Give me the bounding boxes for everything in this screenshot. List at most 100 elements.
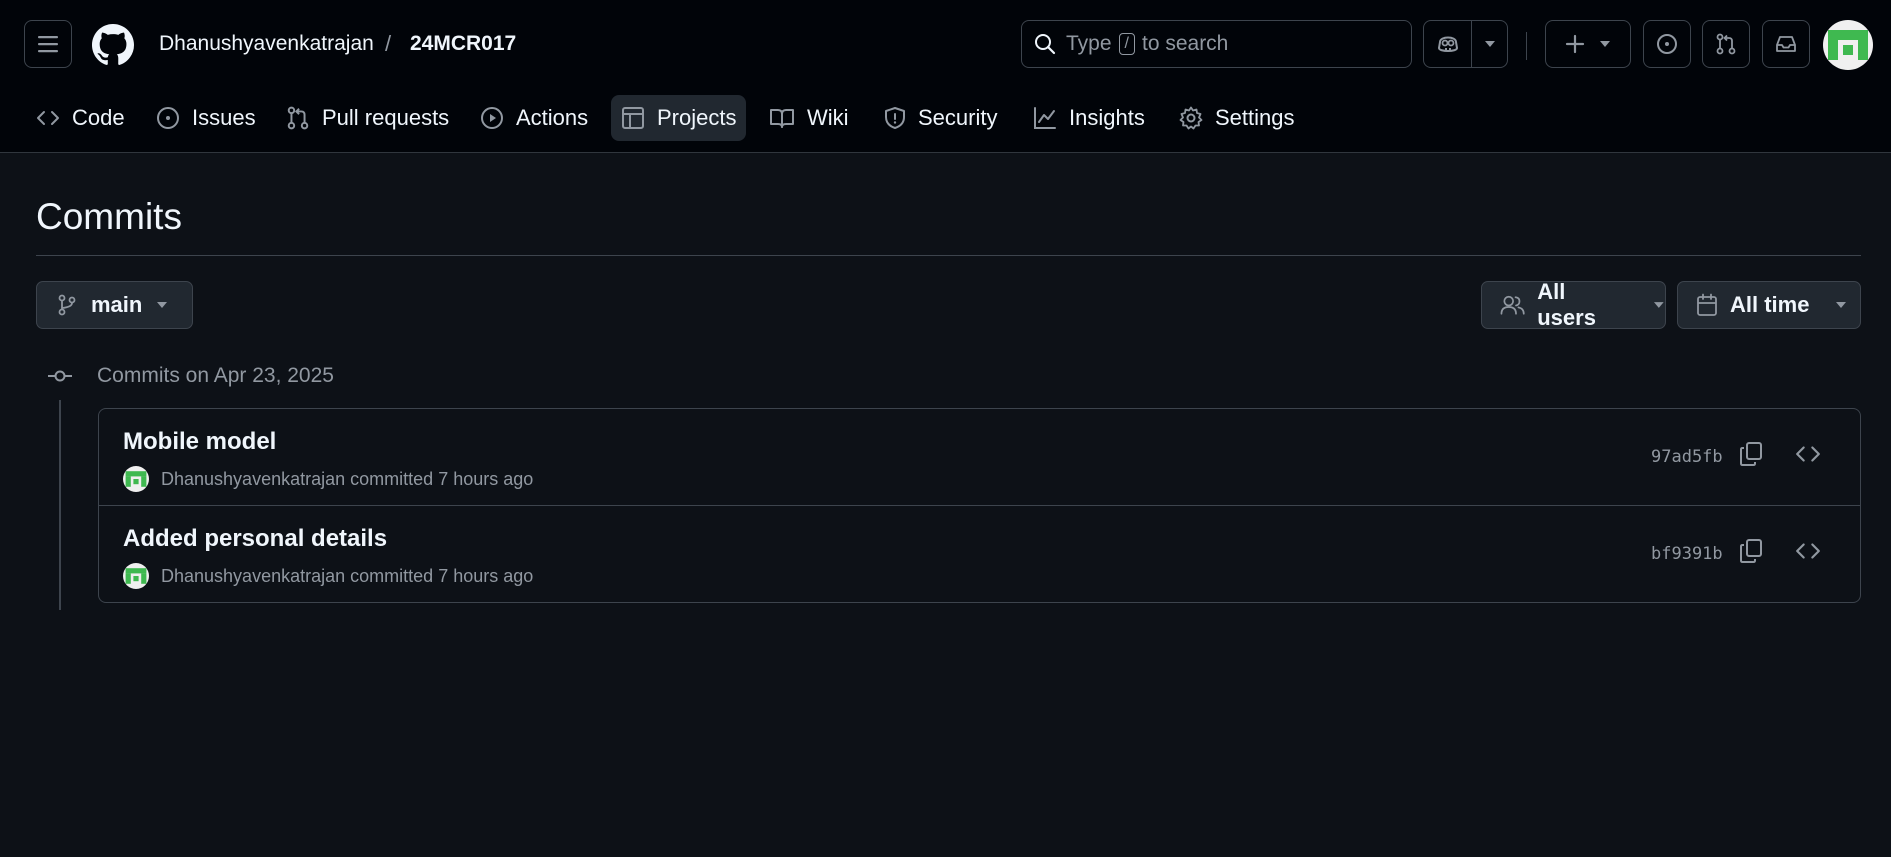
calendar-icon bbox=[1697, 293, 1717, 316]
commit-sha-link[interactable]: 97ad5fb bbox=[1651, 447, 1723, 467]
user-avatar[interactable] bbox=[1823, 20, 1873, 70]
search-shortcut-key: / bbox=[1118, 33, 1135, 55]
book-icon bbox=[770, 109, 794, 128]
commit-time: 7 hours ago bbox=[438, 468, 534, 489]
commit-meta: Dhanushyavenkatrajan committed 7 hours a… bbox=[123, 563, 533, 589]
your-pull-requests-button[interactable] bbox=[1702, 20, 1750, 68]
search-input[interactable]: Type / to search bbox=[1021, 20, 1412, 68]
branch-icon bbox=[58, 294, 76, 316]
copy-sha-button[interactable] bbox=[1739, 441, 1763, 467]
tab-pull-requests[interactable]: Pull requests bbox=[276, 95, 459, 141]
identicon-avatar-icon bbox=[123, 466, 149, 492]
author-avatar[interactable] bbox=[123, 563, 149, 589]
pull-request-icon bbox=[287, 106, 309, 130]
tab-code[interactable]: Code bbox=[26, 95, 135, 141]
copilot-button-group bbox=[1423, 20, 1508, 68]
tab-wiki[interactable]: Wiki bbox=[759, 95, 859, 141]
page-title: Commits bbox=[36, 196, 182, 237]
commit-verb: committed bbox=[350, 468, 434, 489]
commit-meta: Dhanushyavenkatrajan committed 7 hours a… bbox=[123, 466, 533, 492]
tab-label: Code bbox=[72, 105, 125, 130]
commit-group-heading: Commits on Apr 23, 2025 bbox=[97, 364, 334, 387]
breadcrumb-separator: / bbox=[385, 31, 392, 56]
commit-sha-link[interactable]: bf9391b bbox=[1651, 544, 1723, 564]
issue-icon bbox=[1657, 34, 1677, 54]
graph-icon bbox=[1034, 107, 1056, 129]
users-filter-button[interactable]: All users bbox=[1481, 279, 1666, 330]
breadcrumb-owner[interactable]: Dhanushyavenkatrajan bbox=[159, 32, 374, 56]
browse-repository-button[interactable] bbox=[1795, 540, 1821, 562]
identicon-avatar-icon bbox=[123, 563, 149, 589]
menu-button[interactable] bbox=[24, 20, 72, 68]
copy-icon bbox=[1740, 442, 1762, 466]
header-divider bbox=[1526, 32, 1527, 60]
code-icon bbox=[37, 111, 59, 125]
tab-insights[interactable]: Insights bbox=[1023, 95, 1155, 141]
search-suffix: to search bbox=[1141, 32, 1229, 55]
commit-time: 7 hours ago bbox=[438, 565, 534, 586]
gear-icon bbox=[1179, 106, 1203, 130]
copilot-button[interactable] bbox=[1424, 21, 1472, 67]
branch-selector-button[interactable]: main bbox=[36, 281, 193, 329]
tab-label: Settings bbox=[1215, 105, 1295, 130]
identicon-avatar-icon bbox=[1823, 20, 1873, 70]
commit-verb: committed bbox=[350, 565, 434, 586]
tab-label: Insights bbox=[1069, 105, 1145, 130]
inbox-button[interactable] bbox=[1762, 20, 1810, 68]
tab-label: Security bbox=[918, 105, 998, 130]
commit-row: Mobile model Dhanushyavenkatrajan commit… bbox=[99, 409, 1860, 506]
triangle-down-icon bbox=[1600, 41, 1610, 47]
tab-label: Wiki bbox=[807, 105, 849, 130]
tab-label: Pull requests bbox=[322, 105, 450, 130]
code-icon bbox=[1796, 446, 1820, 462]
commit-row: Added personal details Dhanushyavenkatra… bbox=[99, 506, 1860, 603]
tab-issues[interactable]: Issues bbox=[146, 95, 266, 141]
commit-title-link[interactable]: Added personal details bbox=[123, 525, 387, 553]
tab-projects[interactable]: Projects bbox=[611, 95, 747, 141]
copy-icon bbox=[1740, 539, 1762, 563]
commit-author-link[interactable]: Dhanushyavenkatrajan bbox=[161, 469, 345, 489]
triangle-down-icon bbox=[1654, 302, 1665, 308]
search-prefix: Type bbox=[1066, 32, 1112, 55]
time-filter-button[interactable]: All time bbox=[1677, 281, 1861, 329]
users-filter-label: All users bbox=[1537, 279, 1596, 330]
play-icon bbox=[481, 107, 503, 129]
commit-list: Mobile model Dhanushyavenkatrajan commit… bbox=[98, 408, 1861, 603]
git-commit-icon bbox=[48, 370, 72, 382]
triangle-down-icon bbox=[1836, 302, 1847, 308]
breadcrumb-repo[interactable]: 24MCR017 bbox=[410, 32, 516, 56]
app-header: Dhanushyavenkatrajan / 24MCR017 Type / t… bbox=[0, 0, 1891, 153]
copilot-icon bbox=[1437, 36, 1458, 52]
search-icon bbox=[1035, 34, 1056, 55]
timeline-line bbox=[59, 400, 61, 610]
tab-label: Issues bbox=[192, 105, 256, 130]
tab-security[interactable]: Security bbox=[874, 95, 1007, 141]
plus-icon bbox=[1565, 34, 1585, 54]
table-icon bbox=[622, 107, 644, 129]
create-new-button[interactable] bbox=[1545, 20, 1631, 68]
hamburger-icon bbox=[38, 36, 58, 53]
tab-label: Actions bbox=[516, 105, 589, 130]
branch-name: main bbox=[91, 292, 143, 317]
tab-settings[interactable]: Settings bbox=[1169, 95, 1305, 141]
commit-title-link[interactable]: Mobile model bbox=[123, 428, 276, 456]
inbox-icon bbox=[1776, 36, 1796, 52]
triangle-down-icon bbox=[157, 302, 168, 308]
code-icon bbox=[1796, 543, 1820, 559]
your-issues-button[interactable] bbox=[1643, 20, 1691, 68]
pull-request-icon bbox=[1716, 33, 1736, 55]
tab-actions[interactable]: Actions bbox=[470, 95, 598, 141]
browse-repository-button[interactable] bbox=[1795, 443, 1821, 465]
people-icon bbox=[1500, 295, 1525, 315]
commit-author-link[interactable]: Dhanushyavenkatrajan bbox=[161, 566, 345, 586]
title-divider bbox=[36, 255, 1861, 256]
shield-icon bbox=[885, 107, 905, 129]
issue-icon bbox=[157, 107, 179, 129]
tab-label: Projects bbox=[657, 105, 737, 130]
time-filter-label: All time bbox=[1730, 292, 1810, 317]
author-avatar[interactable] bbox=[123, 466, 149, 492]
triangle-down-icon bbox=[1484, 41, 1495, 47]
copilot-menu-button[interactable] bbox=[1472, 21, 1507, 67]
github-logo-icon[interactable] bbox=[92, 24, 134, 66]
copy-sha-button[interactable] bbox=[1739, 538, 1763, 564]
